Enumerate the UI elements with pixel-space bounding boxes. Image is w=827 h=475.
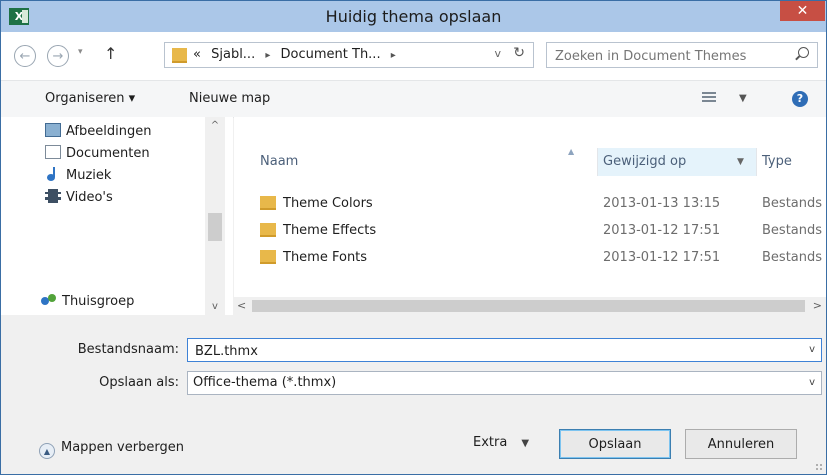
column-divider[interactable]	[597, 148, 598, 176]
sidebar-item-label: Afbeeldingen	[66, 124, 152, 139]
chevron-down-icon[interactable]: v	[809, 339, 815, 361]
scroll-down-icon[interactable]: v	[205, 301, 225, 312]
breadcrumb: « Sjabl... ▸ Document Th... ▸	[193, 43, 402, 67]
scroll-right-icon[interactable]: >	[813, 297, 822, 315]
hide-folders-label: Mappen verbergen	[61, 440, 184, 455]
new-folder-button[interactable]: Nieuwe map	[189, 81, 270, 117]
modified-cell: 2013-01-12 17:51	[603, 223, 721, 238]
column-header-modified[interactable]: Gewijzigd op	[603, 148, 686, 176]
close-icon: ✕	[796, 3, 809, 19]
view-options-icon[interactable]	[702, 92, 716, 104]
breadcrumb-separator-icon[interactable]: ▸	[265, 50, 270, 61]
breadcrumb-separator-icon[interactable]: ▸	[391, 50, 396, 61]
sidebar-item-label: Thuisgroep	[62, 294, 135, 309]
folder-icon	[260, 196, 276, 210]
chevron-up-icon: ▲	[39, 443, 55, 459]
type-cell: Bestands	[762, 223, 823, 238]
modified-cell: 2013-01-12 17:51	[603, 250, 721, 265]
scroll-up-icon[interactable]: ^	[205, 120, 225, 131]
type-cell: Bestands	[762, 250, 823, 265]
sort-ascending-icon: ▲	[568, 147, 575, 156]
type-cell: Bestands	[762, 196, 823, 211]
sidebar-item-videos[interactable]: Video's	[45, 187, 113, 209]
breadcrumb-overflow[interactable]: «	[193, 47, 201, 62]
navigation-bar: ← → ▾ ↑ « Sjabl... ▸ Document Th... ▸ v …	[1, 32, 826, 80]
sidebar-item-label: Video's	[66, 190, 113, 205]
back-button[interactable]: ←	[14, 45, 36, 67]
help-icon[interactable]: ?	[792, 91, 808, 107]
documents-icon	[45, 145, 61, 159]
sidebar-item-label: Muziek	[66, 168, 112, 183]
command-toolbar: Organiseren ▾ Nieuwe map ▼ ?	[1, 80, 826, 118]
sidebar-item-homegroup[interactable]: Thuisgroep	[41, 291, 134, 313]
tools-button[interactable]: Extra ▼	[473, 429, 529, 457]
save-as-type-value: Office-thema (*.thmx)	[193, 375, 337, 390]
forward-button[interactable]: →	[47, 45, 69, 67]
column-header-name[interactable]: Naam	[260, 148, 298, 176]
refresh-icon[interactable]: ↻	[513, 45, 525, 61]
arrow-left-icon: ←	[19, 49, 31, 64]
folder-icon	[260, 250, 276, 264]
folder-icon	[260, 223, 276, 237]
save-as-type-select[interactable]: Office-thema (*.thmx) v	[187, 371, 822, 395]
table-row[interactable]: Theme Colors 2013-01-13 13:15 Bestands	[234, 190, 826, 217]
sidebar-item-music[interactable]: Muziek	[45, 165, 111, 187]
scrollbar-thumb[interactable]	[208, 213, 222, 241]
sidebar-item-label: Documenten	[66, 146, 150, 161]
tools-label: Extra	[473, 435, 508, 450]
file-name-cell: Theme Fonts	[260, 244, 367, 271]
hide-folders-button[interactable]: ▲ Mappen verbergen	[39, 437, 184, 459]
chevron-down-icon: ▼	[521, 438, 530, 449]
folder-icon	[172, 48, 187, 63]
title-bar: X Huidig thema opslaan ✕	[1, 1, 826, 32]
pictures-icon	[45, 123, 61, 137]
homegroup-icon	[41, 293, 57, 307]
cancel-button[interactable]: Annuleren	[685, 429, 797, 459]
filename-label: Bestandsnaam:	[77, 342, 179, 357]
arrow-up-icon: ↑	[104, 44, 118, 63]
close-button[interactable]: ✕	[780, 1, 825, 21]
column-divider[interactable]	[756, 148, 757, 176]
search-icon[interactable]	[798, 47, 809, 58]
navigation-pane: Afbeeldingen Documenten Muziek Video's T…	[1, 117, 233, 315]
save-theme-dialog: X Huidig thema opslaan ✕ ← → ▾ ↑ « Sjabl…	[0, 0, 827, 475]
video-icon	[45, 189, 61, 203]
dialog-title: Huidig thema opslaan	[325, 7, 502, 26]
filename-combobox[interactable]: v	[187, 338, 822, 362]
scrollbar-thumb[interactable]	[252, 300, 805, 312]
file-name: Theme Effects	[283, 223, 377, 238]
up-button[interactable]: ↑	[104, 44, 117, 63]
chevron-down-icon[interactable]: v	[809, 372, 815, 394]
resize-grip[interactable]	[815, 463, 823, 471]
music-icon	[45, 167, 61, 181]
search-input[interactable]	[553, 45, 787, 67]
filename-field[interactable]	[193, 341, 787, 361]
sidebar-item-documents[interactable]: Documenten	[45, 143, 150, 165]
table-row[interactable]: Theme Effects 2013-01-12 17:51 Bestands	[234, 217, 826, 244]
table-row[interactable]: Theme Fonts 2013-01-12 17:51 Bestands	[234, 244, 826, 271]
organize-button[interactable]: Organiseren ▾	[45, 81, 135, 117]
address-bar[interactable]: « Sjabl... ▸ Document Th... ▸ v ↻	[164, 42, 534, 68]
column-filter-dropdown-icon[interactable]: ▼	[737, 148, 744, 176]
navigation-pane-scrollbar[interactable]: ^ v	[205, 117, 225, 315]
breadcrumb-segment[interactable]: Sjabl...	[211, 47, 255, 62]
file-list-horizontal-scrollbar[interactable]: < >	[234, 297, 826, 315]
column-header-type[interactable]: Type	[762, 148, 792, 176]
view-dropdown-icon[interactable]: ▼	[739, 81, 747, 117]
sidebar-item-pictures[interactable]: Afbeeldingen	[45, 121, 151, 143]
file-name: Theme Fonts	[283, 250, 368, 265]
recent-locations-button[interactable]: ▾	[78, 47, 83, 57]
save-button[interactable]: Opslaan	[559, 429, 671, 459]
search-box	[546, 42, 818, 68]
address-dropdown-icon[interactable]: v	[494, 47, 501, 60]
file-name: Theme Colors	[283, 196, 373, 211]
file-list: ▲ Naam Gewijzigd op ▼ Type Theme Colors …	[234, 117, 826, 315]
modified-cell: 2013-01-13 13:15	[603, 196, 721, 211]
file-name-cell: Theme Effects	[260, 217, 376, 244]
arrow-right-icon: →	[52, 49, 64, 64]
file-name-cell: Theme Colors	[260, 190, 373, 217]
breadcrumb-segment[interactable]: Document Th...	[281, 47, 381, 62]
save-as-type-label: Opslaan als:	[99, 375, 179, 390]
scroll-left-icon[interactable]: <	[237, 297, 246, 315]
